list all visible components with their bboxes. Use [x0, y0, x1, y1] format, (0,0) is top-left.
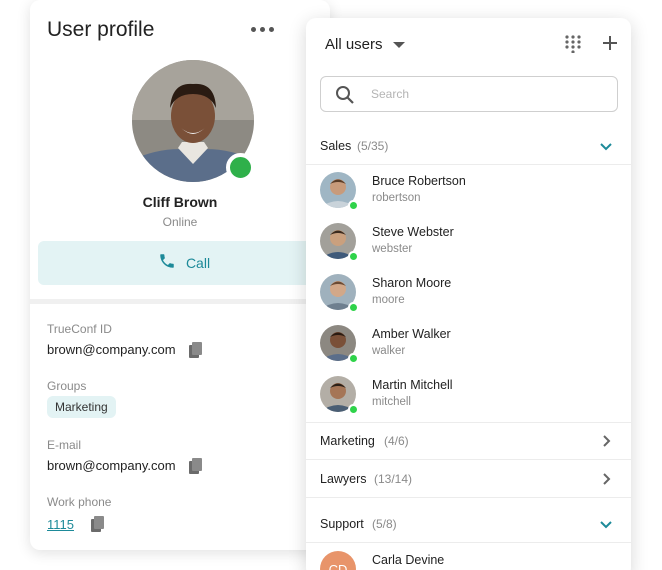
caret-down-icon: [392, 41, 405, 48]
group-sales[interactable]: Sales (5/35): [306, 128, 631, 164]
user-name: Bruce Robertson: [372, 174, 466, 188]
chevron-right-icon[interactable]: [599, 434, 613, 448]
user-name: Amber Walker: [372, 327, 451, 341]
user-name: Sharon Moore: [372, 276, 452, 290]
user-login: walker: [372, 345, 406, 357]
group-count: (4/6): [384, 434, 409, 448]
group-chip[interactable]: Marketing: [47, 396, 116, 418]
online-dot: [348, 404, 359, 415]
app-stage: User profile Cliff Brown Online Call Tru…: [0, 0, 662, 570]
avatar: CD: [320, 551, 356, 570]
divider: [306, 164, 631, 165]
group-name: Lawyers: [320, 472, 367, 486]
email-value: brown@company.com: [47, 458, 176, 473]
copy-icon[interactable]: [189, 342, 203, 358]
chevron-right-icon[interactable]: [599, 472, 613, 486]
group-count: (13/14): [374, 472, 413, 486]
user-name[interactable]: Carla Devine: [372, 553, 444, 567]
online-dot: [348, 200, 359, 211]
users-panel: All users Sales (5/35: [306, 18, 631, 570]
search-box: [320, 76, 618, 112]
user-login: mitchell: [372, 396, 411, 408]
trueconf-id-value: brown@company.com: [47, 342, 176, 357]
user-login: robertson: [372, 192, 421, 204]
chevron-down-icon[interactable]: [599, 517, 613, 531]
groups-label: Groups: [47, 379, 87, 393]
online-status-indicator: [226, 153, 255, 182]
list-item[interactable]: Sharon Moore moore: [306, 268, 631, 319]
group-marketing[interactable]: Marketing (4/6): [306, 423, 631, 459]
group-support[interactable]: Support (5/8): [306, 506, 631, 542]
dialpad-icon[interactable]: [565, 35, 581, 54]
profile-title: User profile: [47, 18, 155, 41]
group-name: Marketing: [320, 434, 375, 448]
list-item[interactable]: Martin Mitchell mitchell: [306, 370, 631, 421]
profile-status: Online: [162, 215, 198, 229]
online-dot: [348, 302, 359, 313]
divider: [306, 497, 631, 498]
search-icon: [335, 85, 355, 105]
user-login: moore: [372, 294, 405, 306]
online-dot: [348, 251, 359, 262]
online-dot: [348, 353, 359, 364]
divider: [30, 299, 330, 304]
chevron-down-icon[interactable]: [599, 139, 613, 153]
call-button[interactable]: Call: [38, 241, 330, 285]
users-filter-label: All users: [325, 36, 383, 53]
group-lawyers[interactable]: Lawyers (13/14): [306, 461, 631, 497]
user-name: Steve Webster: [372, 225, 454, 239]
users-filter-dropdown[interactable]: All users: [325, 36, 405, 53]
list-item[interactable]: Steve Webster webster: [306, 217, 631, 268]
work-phone-label: Work phone: [47, 495, 112, 509]
call-label: Call: [185, 255, 211, 271]
list-item[interactable]: Amber Walker walker: [306, 319, 631, 370]
divider: [306, 459, 631, 460]
more-options-icon[interactable]: [248, 20, 276, 38]
group-name: Sales: [320, 139, 352, 153]
add-icon[interactable]: [600, 33, 620, 53]
profile-name: Cliff Brown: [142, 194, 218, 210]
search-input[interactable]: [371, 83, 601, 105]
group-name: Support: [320, 517, 364, 531]
user-profile-card: User profile Cliff Brown Online Call Tru…: [30, 0, 330, 550]
phone-icon: [158, 252, 176, 275]
list-item[interactable]: Bruce Robertson robertson: [306, 166, 631, 217]
trueconf-id-label: TrueConf ID: [47, 322, 112, 336]
divider: [306, 542, 631, 543]
email-label: E-mail: [47, 438, 82, 452]
copy-icon[interactable]: [91, 516, 105, 532]
group-count: (5/35): [357, 139, 389, 153]
user-login: webster: [372, 243, 413, 255]
group-count: (5/8): [372, 517, 397, 531]
user-name: Martin Mitchell: [372, 378, 453, 392]
copy-icon[interactable]: [189, 458, 203, 474]
work-phone-link[interactable]: 1115: [47, 517, 74, 532]
